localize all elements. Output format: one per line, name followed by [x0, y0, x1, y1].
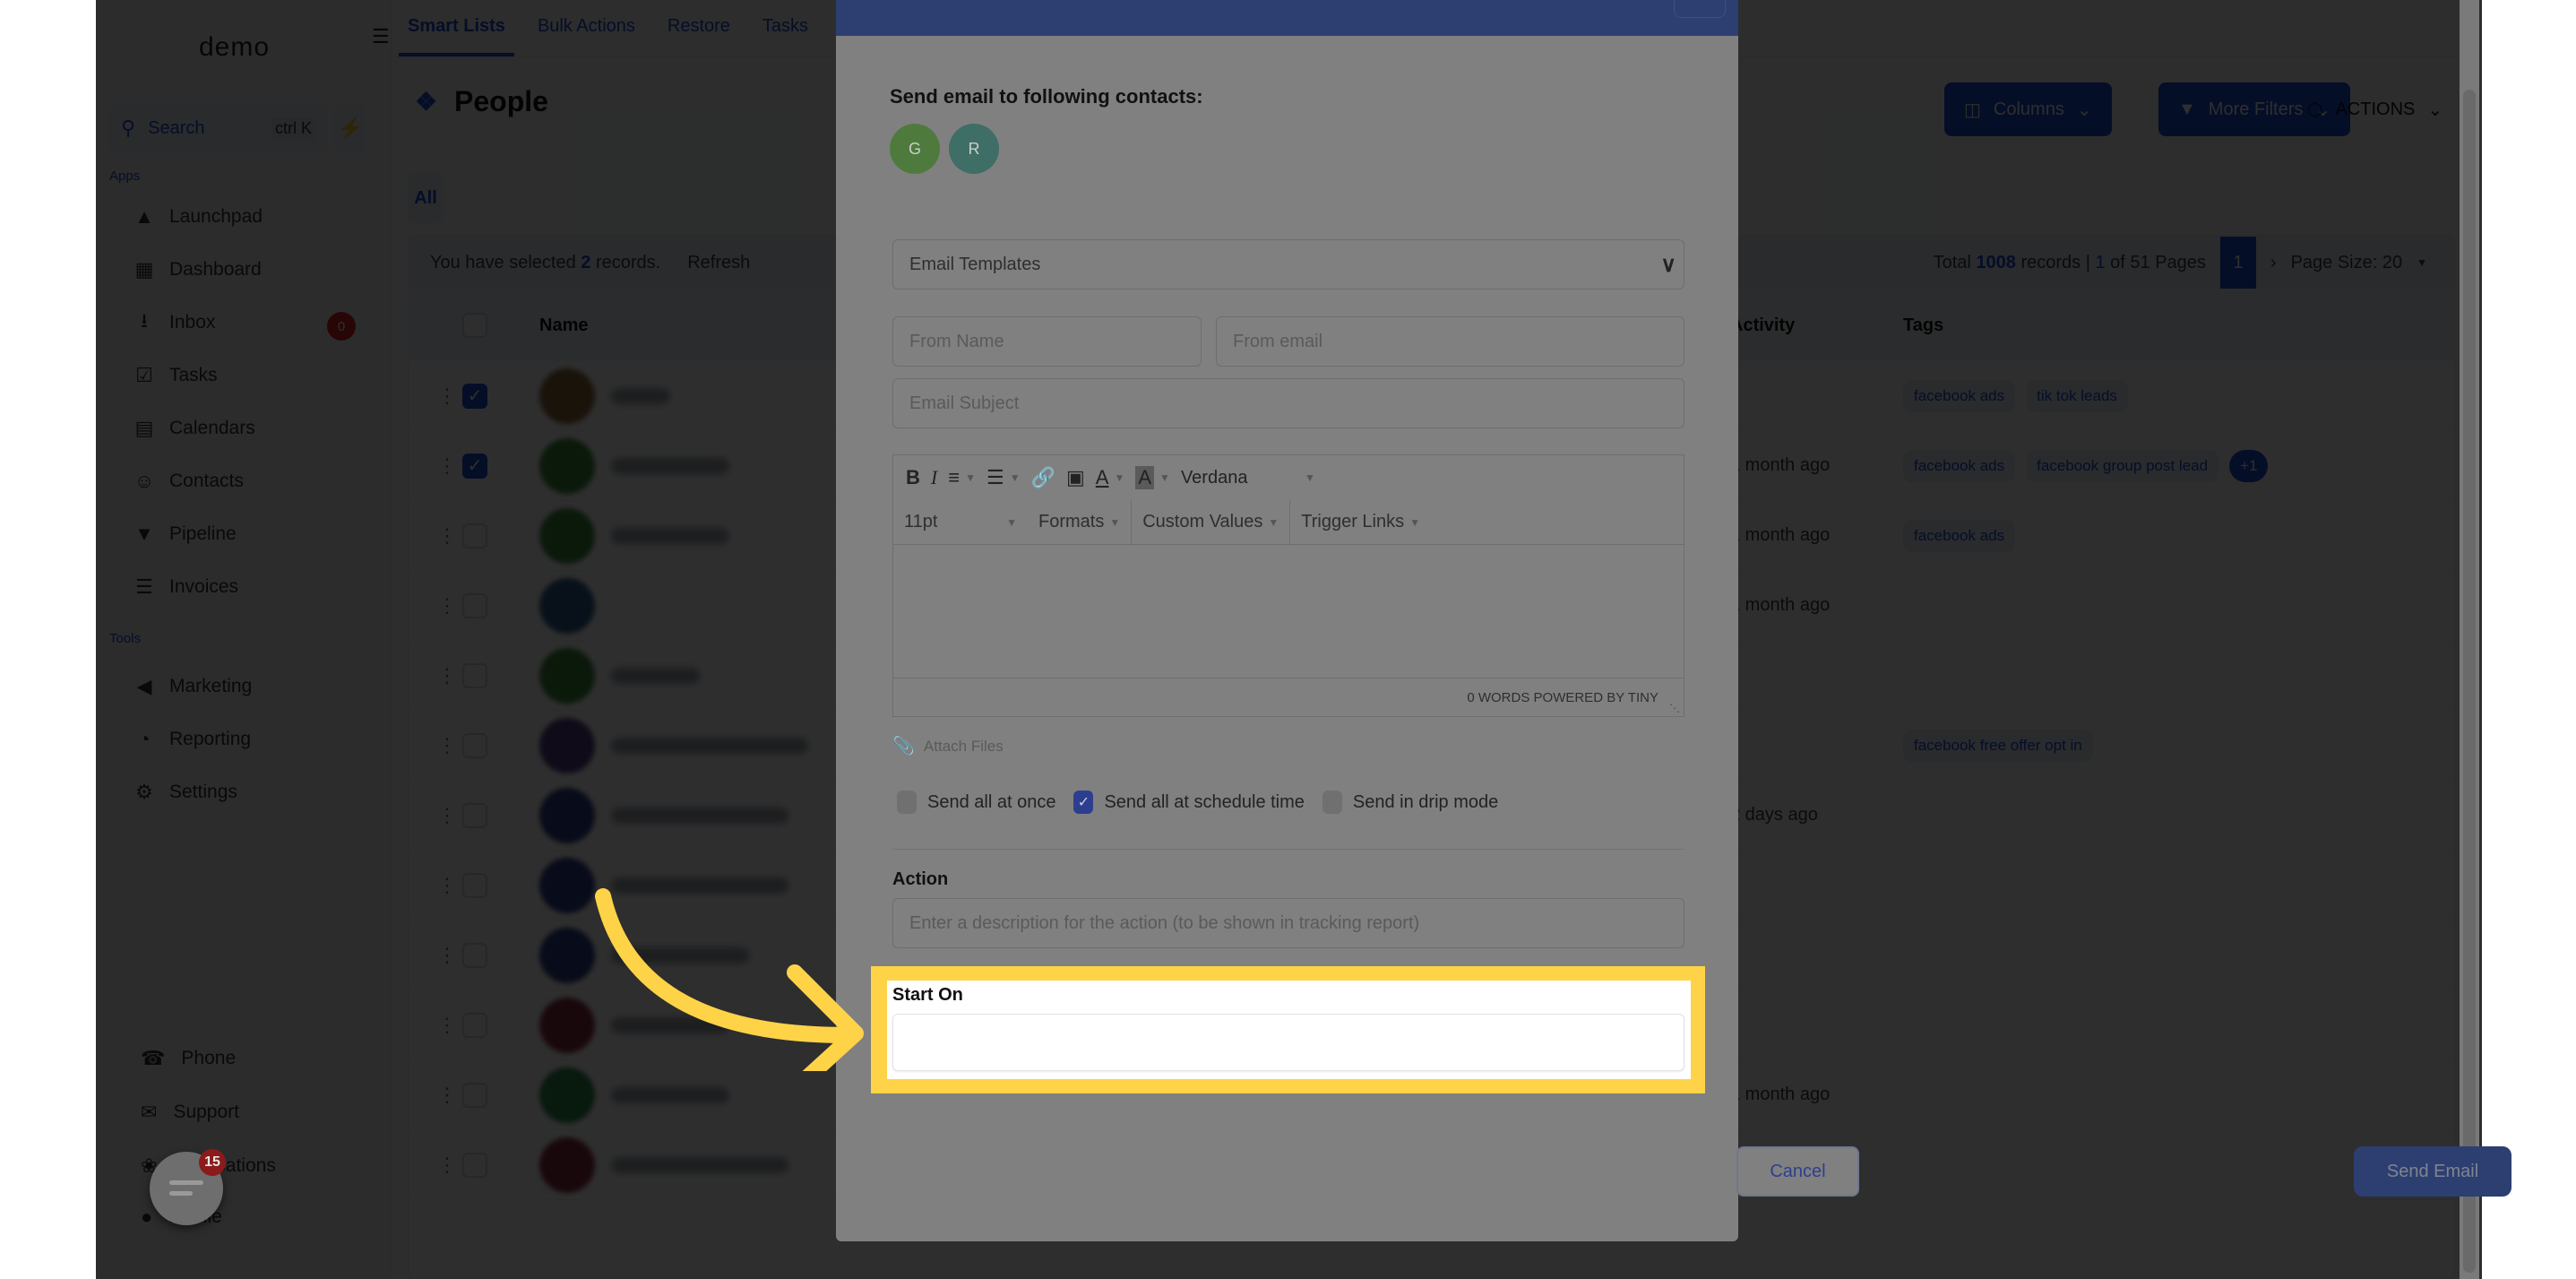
close-button[interactable] [1674, 0, 1726, 18]
chat-unread-badge: 15 [199, 1149, 226, 1176]
caret-down-icon[interactable]: ▼ [1010, 471, 1021, 484]
scrollbar-thumb[interactable] [2463, 90, 2476, 1273]
start-on-field[interactable] [892, 1014, 1684, 1071]
send-option-label: Send all at schedule time [1104, 791, 1305, 812]
divider [892, 849, 1684, 850]
send-option[interactable]: Send in drip mode [1322, 791, 1498, 814]
from-email-field[interactable]: From email [1216, 316, 1684, 367]
numbered-list-icon[interactable]: ☰ [986, 466, 1004, 489]
background-color-icon[interactable]: A [1135, 466, 1155, 489]
send-options: Send all at once ✓ Send all at schedule ti… [897, 791, 1498, 814]
email-templates-select[interactable]: Email Templates ∨ [892, 239, 1684, 290]
bullet-list-icon[interactable]: ≡ [948, 466, 960, 489]
send-option-checkbox[interactable] [1322, 791, 1342, 814]
email-subject-placeholder: Email Subject [909, 393, 1020, 413]
from-email-placeholder: From email [1233, 331, 1323, 351]
caret-down-icon: ▼ [1409, 515, 1421, 529]
action-label: Action [892, 869, 949, 889]
resize-handle-icon[interactable]: ⋱ [1669, 702, 1680, 714]
caret-down-icon[interactable]: ▼ [965, 471, 976, 484]
paperclip-icon: 📎 [892, 737, 915, 756]
font-size-select[interactable]: 11pt ▼ [893, 500, 1028, 544]
custom-values-label: Custom Values [1142, 512, 1263, 531]
send-option[interactable]: ✓ Send all at schedule time [1073, 791, 1305, 814]
bold-icon[interactable]: B [906, 466, 920, 489]
modal-header [836, 0, 1738, 36]
caret-down-icon: ▼ [1109, 515, 1121, 529]
chevron-down-icon: ∨ [1660, 252, 1676, 277]
trigger-links-label: Trigger Links [1301, 512, 1405, 531]
editor-status-bar: 0 WORDS POWERED BY TINY [893, 678, 1684, 717]
image-icon[interactable]: ▣ [1066, 466, 1085, 489]
rich-text-editor: B I ≡ ▼ ☰ ▼ 🔗 ▣ A ▼ A ▼ Verdana ▼ 11pt ▼ [892, 454, 1684, 717]
caret-down-icon: ▼ [1268, 515, 1279, 529]
action-description-field[interactable]: Enter a description for the action (to b… [892, 898, 1684, 948]
caret-down-icon: ▼ [1006, 515, 1017, 529]
send-option-label: Send all at once [927, 791, 1056, 812]
contact-avatar[interactable]: R [949, 124, 999, 174]
email-templates-label: Email Templates [909, 254, 1041, 274]
italic-icon[interactable]: I [931, 466, 937, 489]
font-size-value: 11pt [904, 512, 938, 531]
caret-down-icon[interactable]: ▼ [1159, 471, 1170, 484]
formats-label: Formats [1038, 512, 1105, 531]
caret-down-icon: ▼ [1305, 471, 1315, 484]
editor-toolbar-row-1: B I ≡ ▼ ☰ ▼ 🔗 ▣ A ▼ A ▼ Verdana ▼ [893, 455, 1684, 500]
formats-menu[interactable]: Formats ▼ [1028, 500, 1133, 544]
cancel-button[interactable]: Cancel [1736, 1146, 1859, 1197]
page-scrollbar[interactable] [2460, 0, 2479, 1279]
contact-avatar[interactable]: G [890, 124, 940, 174]
editor-toolbar-row-2: 11pt ▼ Formats ▼ Custom Values ▼ Trigger… [893, 500, 1684, 545]
attach-files-button[interactable]: 📎 Attach Files [892, 735, 1004, 757]
from-name-field[interactable]: From Name [892, 316, 1202, 367]
editor-body[interactable] [893, 545, 1684, 678]
font-family-select[interactable]: Verdana ▼ [1181, 468, 1315, 488]
custom-values-menu[interactable]: Custom Values ▼ [1132, 500, 1291, 544]
attach-files-label: Attach Files [923, 737, 1004, 755]
send-email-button[interactable]: Send Email [2354, 1146, 2511, 1197]
send-option-checkbox[interactable]: ✓ [1073, 791, 1094, 814]
link-icon[interactable]: 🔗 [1031, 466, 1055, 489]
trigger-links-menu[interactable]: Trigger Links ▼ [1290, 500, 1431, 544]
pointer-arrow-icon [595, 888, 864, 1071]
modal-title: Send email to following contacts: [890, 85, 1203, 108]
send-option[interactable]: Send all at once [897, 791, 1055, 814]
send-option-label: Send in drip mode [1352, 791, 1499, 812]
font-family-value: Verdana [1180, 467, 1248, 488]
text-color-icon[interactable]: A [1096, 466, 1109, 489]
email-subject-field[interactable]: Email Subject [892, 378, 1684, 428]
from-name-placeholder: From Name [909, 331, 1004, 351]
action-placeholder: Enter a description for the action (to b… [909, 912, 1420, 933]
word-count: 0 WORDS POWERED BY TINY [1467, 690, 1658, 705]
screen: demo ⚲ Search ctrl K ⚡ Apps ▲Launchpad▦D… [0, 0, 2576, 1279]
start-on-label: Start On [892, 985, 963, 1005]
caret-down-icon[interactable]: ▼ [1114, 471, 1124, 484]
chat-icon [169, 1175, 203, 1202]
send-option-checkbox[interactable] [897, 791, 917, 814]
